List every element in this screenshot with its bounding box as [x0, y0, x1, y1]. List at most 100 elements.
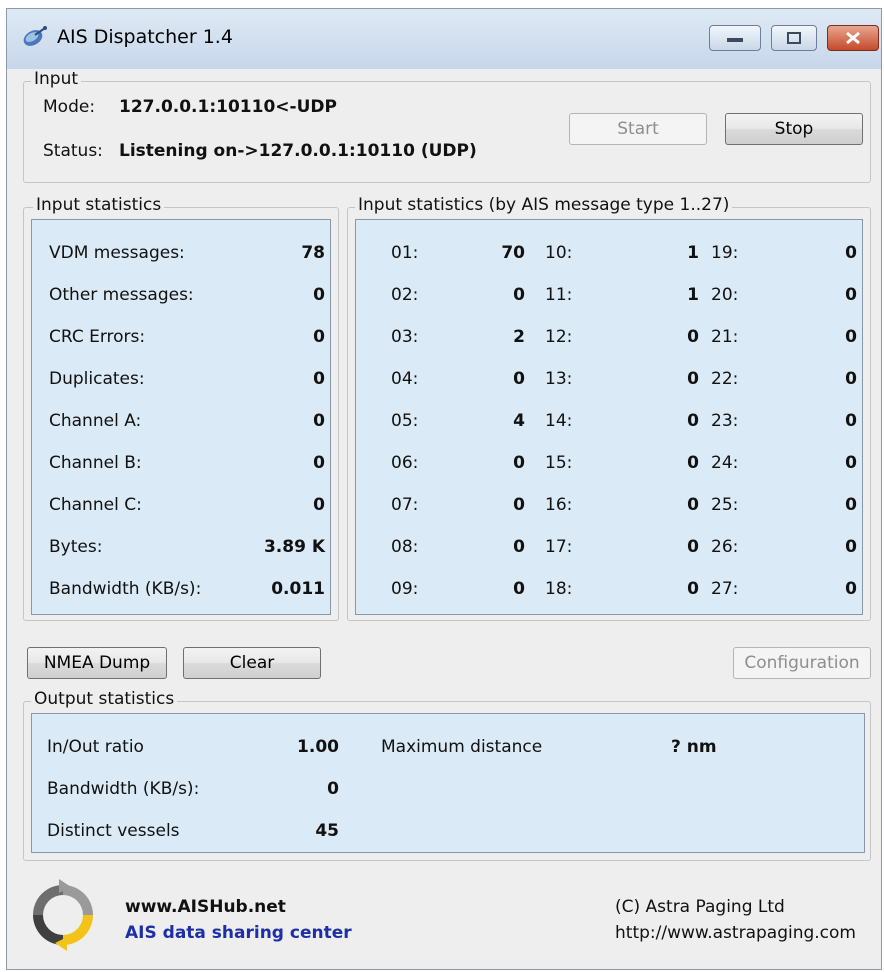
msg-type-value: 0 — [845, 537, 857, 557]
input-stat-label: VDM messages: — [49, 243, 185, 263]
nmea-dump-button[interactable]: NMEA Dump — [27, 647, 167, 679]
input-stat-value: 0 — [313, 327, 325, 347]
max-distance-value: ? nm — [671, 737, 717, 757]
max-distance-label: Maximum distance — [381, 737, 543, 757]
copyright-text: (C) Astra Paging Ltd — [615, 897, 785, 917]
msg-type-value: 0 — [513, 285, 525, 305]
input-stats-legend: Input statistics — [33, 195, 165, 215]
msg-type-value: 0 — [687, 453, 699, 473]
maximize-icon — [787, 32, 801, 44]
msg-type-value: 2 — [513, 327, 525, 347]
msg-type-value: 0 — [513, 579, 525, 599]
start-button[interactable]: Start — [569, 113, 707, 145]
input-stat-label: CRC Errors: — [49, 327, 146, 347]
close-button[interactable] — [827, 25, 879, 51]
configuration-button[interactable]: Configuration — [733, 647, 871, 679]
astrapaging-url-link[interactable]: http://www.astrapaging.com — [615, 923, 856, 943]
msg-type-value: 1 — [687, 243, 699, 263]
msg-type-label: 20: — [711, 285, 739, 305]
msg-type-label: 14: — [545, 411, 573, 431]
aishub-site-link[interactable]: www.AISHub.net — [125, 897, 286, 917]
input-stat-label: Bytes: — [49, 537, 103, 557]
mode-value: 127.0.0.1:10110<-UDP — [119, 97, 337, 117]
msg-type-label: 26: — [711, 537, 739, 557]
status-label: Status: — [43, 141, 103, 161]
msg-type-label: 03: — [391, 327, 419, 347]
input-legend: Input — [31, 69, 82, 89]
app-window: AIS Dispatcher 1.4 Input Mode: 127.0.0.1… — [6, 8, 882, 970]
input-stat-label: Channel B: — [49, 453, 142, 473]
msg-type-label: 19: — [711, 243, 739, 263]
msg-type-label: 11: — [545, 285, 573, 305]
input-stat-label: Other messages: — [49, 285, 194, 305]
mode-label: Mode: — [43, 97, 96, 117]
distinct-vessels-label: Distinct vessels — [47, 821, 180, 841]
maximize-button[interactable] — [771, 25, 817, 51]
stop-button[interactable]: Stop — [725, 113, 863, 145]
msg-type-label: 12: — [545, 327, 573, 347]
inout-ratio-label: In/Out ratio — [47, 737, 144, 757]
minimize-icon — [727, 38, 743, 42]
aishub-tagline: AIS data sharing center — [125, 923, 352, 943]
msg-type-label: 17: — [545, 537, 573, 557]
msg-type-label: 07: — [391, 495, 419, 515]
out-bandwidth-label: Bandwidth (KB/s): — [47, 779, 200, 799]
minimize-button[interactable] — [709, 25, 761, 51]
msg-type-label: 21: — [711, 327, 739, 347]
msg-type-label: 16: — [545, 495, 573, 515]
input-stat-value: 0 — [313, 369, 325, 389]
msg-type-value: 0 — [687, 327, 699, 347]
msg-type-label: 22: — [711, 369, 739, 389]
msg-type-label: 10: — [545, 243, 573, 263]
input-stat-value: 0 — [313, 495, 325, 515]
msg-type-label: 27: — [711, 579, 739, 599]
msg-type-label: 08: — [391, 537, 419, 557]
close-icon — [846, 31, 860, 45]
msg-type-value: 1 — [687, 285, 699, 305]
msg-type-label: 09: — [391, 579, 419, 599]
type-stats-panel — [355, 219, 863, 615]
out-bandwidth-value: 0 — [327, 779, 339, 799]
msg-type-value: 0 — [513, 537, 525, 557]
msg-type-value: 0 — [513, 369, 525, 389]
type-stats-legend: Input statistics (by AIS message type 1.… — [355, 195, 733, 215]
msg-type-value: 0 — [845, 579, 857, 599]
msg-type-label: 02: — [391, 285, 419, 305]
msg-type-label: 06: — [391, 453, 419, 473]
title-bar[interactable]: AIS Dispatcher 1.4 — [7, 9, 881, 69]
msg-type-label: 24: — [711, 453, 739, 473]
msg-type-label: 25: — [711, 495, 739, 515]
distinct-vessels-value: 45 — [315, 821, 339, 841]
msg-type-label: 13: — [545, 369, 573, 389]
input-stat-value: 3.89 K — [263, 537, 325, 557]
msg-type-value: 0 — [687, 537, 699, 557]
msg-type-label: 18: — [545, 579, 573, 599]
output-stats-legend: Output statistics — [31, 689, 178, 709]
msg-type-value: 0 — [513, 495, 525, 515]
msg-type-value: 0 — [513, 453, 525, 473]
input-stat-label: Duplicates: — [49, 369, 145, 389]
input-stat-value: 78 — [301, 243, 325, 263]
msg-type-value: 0 — [845, 495, 857, 515]
msg-type-value: 0 — [845, 285, 857, 305]
aishub-logo-icon — [25, 877, 101, 958]
msg-type-value: 70 — [501, 243, 525, 263]
input-stat-value: 0 — [313, 411, 325, 431]
msg-type-label: 23: — [711, 411, 739, 431]
msg-type-value: 0 — [687, 495, 699, 515]
inout-ratio-value: 1.00 — [297, 737, 339, 757]
input-stat-value: 0 — [313, 453, 325, 473]
msg-type-value: 0 — [845, 243, 857, 263]
satellite-dish-icon — [21, 25, 49, 54]
clear-button[interactable]: Clear — [183, 647, 321, 679]
msg-type-value: 0 — [845, 369, 857, 389]
msg-type-label: 15: — [545, 453, 573, 473]
input-stat-value: 0 — [313, 285, 325, 305]
msg-type-value: 0 — [687, 369, 699, 389]
msg-type-label: 01: — [391, 243, 419, 263]
status-value: Listening on->127.0.0.1:10110 (UDP) — [119, 141, 477, 161]
input-stat-label: Bandwidth (KB/s): — [49, 579, 202, 599]
msg-type-value: 0 — [687, 579, 699, 599]
msg-type-label: 05: — [391, 411, 419, 431]
msg-type-value: 0 — [845, 327, 857, 347]
